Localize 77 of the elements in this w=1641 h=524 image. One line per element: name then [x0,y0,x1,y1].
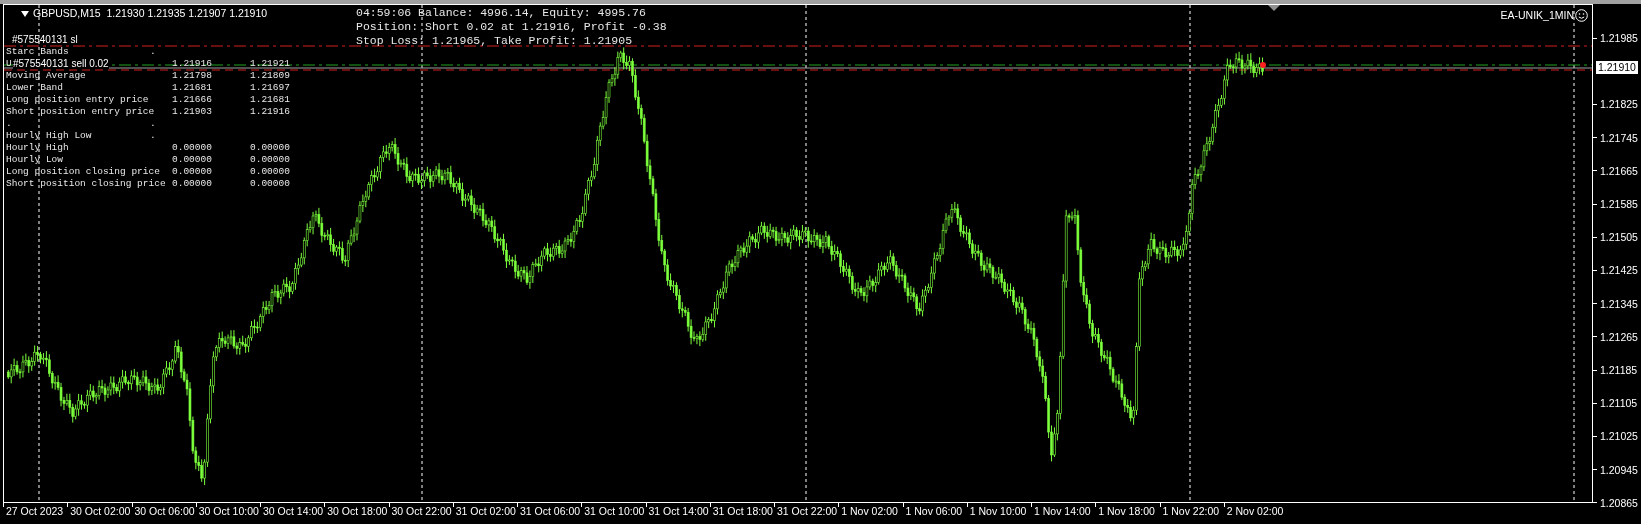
indicator-value: 1.21809 [250,70,290,82]
time-axis-label: 1 Nov 10:00 [969,505,1027,518]
indicator-value: 0.00000 [172,178,212,190]
time-axis-label: 1 Nov 18:00 [1098,505,1155,518]
indicator-value: 0.00000 [250,178,290,190]
indicator-value: 1.21681 [172,82,212,94]
price-axis-label: 1.21265 [1600,329,1638,344]
indicator-value: 1.21697 [250,82,290,94]
indicator-mark: . [150,46,156,58]
time-axis-label: 31 Oct 06:00 [520,505,581,518]
indicator-label: . [6,118,12,130]
price-axis-label: 1.21985 [1600,31,1638,45]
indicator-label: Moving Average [6,70,86,82]
indicator-label: Long position entry price [6,94,149,106]
indicator-mark: . [150,130,156,142]
price-axis-label: 1.21665 [1600,163,1638,178]
caret-icon[interactable] [21,10,29,17]
price-axis-label: 1.21505 [1600,230,1638,245]
indicator-label: Starc Bands [6,46,69,58]
price-axis-label: 1.21185 [1600,363,1638,377]
time-axis-label: 30 Oct 10:00 [198,505,259,518]
time-axis-label: 30 Oct 06:00 [134,505,195,518]
current-price-label: 1.21910 [1596,61,1638,74]
indicator-value: 0.00000 [172,142,212,154]
time-axis-label: 27 Oct 2023 [6,505,64,518]
indicator-label: Short position closing price [6,178,166,190]
indicator-value: 1.21903 [172,106,212,118]
time-axis-label: 1 Nov 22:00 [1162,505,1220,518]
time-axis-label: 31 Oct 14:00 [648,505,709,518]
indicator-label: Short position entry price [6,106,155,118]
time-axis-label: 2 Nov 02:00 [1226,505,1284,518]
time-axis-label: 30 Oct 02:00 [70,505,131,518]
indicator-value: 1.21916 [250,106,290,118]
indicator-value: 1.21916 [172,58,212,70]
status-line: Position: Short 0.02 at 1.21916, Profit -0.38 [356,20,667,34]
price-axis-label: 1.21585 [1600,197,1638,211]
order-label: #575540131 sl [12,34,78,46]
indicator-mark: . [150,118,156,130]
indicator-value: 1.21921 [250,58,290,70]
indicator-label: Long position closing price [6,166,160,178]
time-axis-label: 31 Oct 18:00 [712,505,773,518]
price-axis-label: 1.21745 [1600,130,1638,145]
indicator-value: 0.00000 [250,154,290,166]
indicator-value: 1.21666 [172,94,212,106]
indicator-value: 0.00000 [250,142,290,154]
indicator-value: 1.21681 [250,94,290,106]
time-axis-label: 1 Nov 02:00 [841,505,898,518]
indicator-value: 0.00000 [250,166,290,178]
indicator-label: Hourly High [6,142,69,154]
expert-name: EA-UNIK_1MIN [1500,9,1574,22]
time-axis-label: 1 Nov 14:00 [1034,505,1091,518]
indicator-value: 1.21798 [172,70,212,82]
price-axis-label: 1.21105 [1600,396,1638,411]
status-line: 04:59:06 Balance: 4996.14, Equity: 4995.76 [356,6,647,20]
symbol-header: GBPUSD,M15 1.21930 1.21935 1.21907 1.21910 [33,7,268,20]
time-axis-label: 30 Oct 22:00 [391,505,452,518]
indicator-label: Hourly High Low [6,130,92,142]
indicator-value: 0.00000 [172,154,212,166]
time-axis-label: 30 Oct 18:00 [327,505,388,518]
time-axis-label: 31 Oct 10:00 [584,505,645,518]
price-axis-label: 1.21825 [1600,97,1638,112]
price-axis-label: 1.21425 [1600,263,1638,278]
time-axis-label: 31 Oct 02:00 [455,505,516,518]
trade-marker-icon [1260,62,1266,68]
time-axis-label: 30 Oct 14:00 [263,505,324,518]
indicator-label: Lower Band [6,82,63,94]
price-axis-label: 1.20865 [1600,495,1638,510]
price-axis-label: 1.21345 [1600,296,1638,311]
time-axis-label: 31 Oct 22:00 [777,505,838,518]
status-line: Stop Loss: 1.21965, Take Profit: 1.21905 [356,34,634,48]
indicator-value: 0.00000 [172,166,212,178]
indicator-label: U [6,58,12,70]
trade-label: #575540131 sell 0.02 [13,58,109,69]
price-axis-label: 1.20945 [1600,462,1638,477]
indicator-label: Hourly Low [6,154,63,166]
price-axis-label: 1.21025 [1600,429,1638,444]
time-axis-label: 1 Nov 06:00 [905,505,963,518]
